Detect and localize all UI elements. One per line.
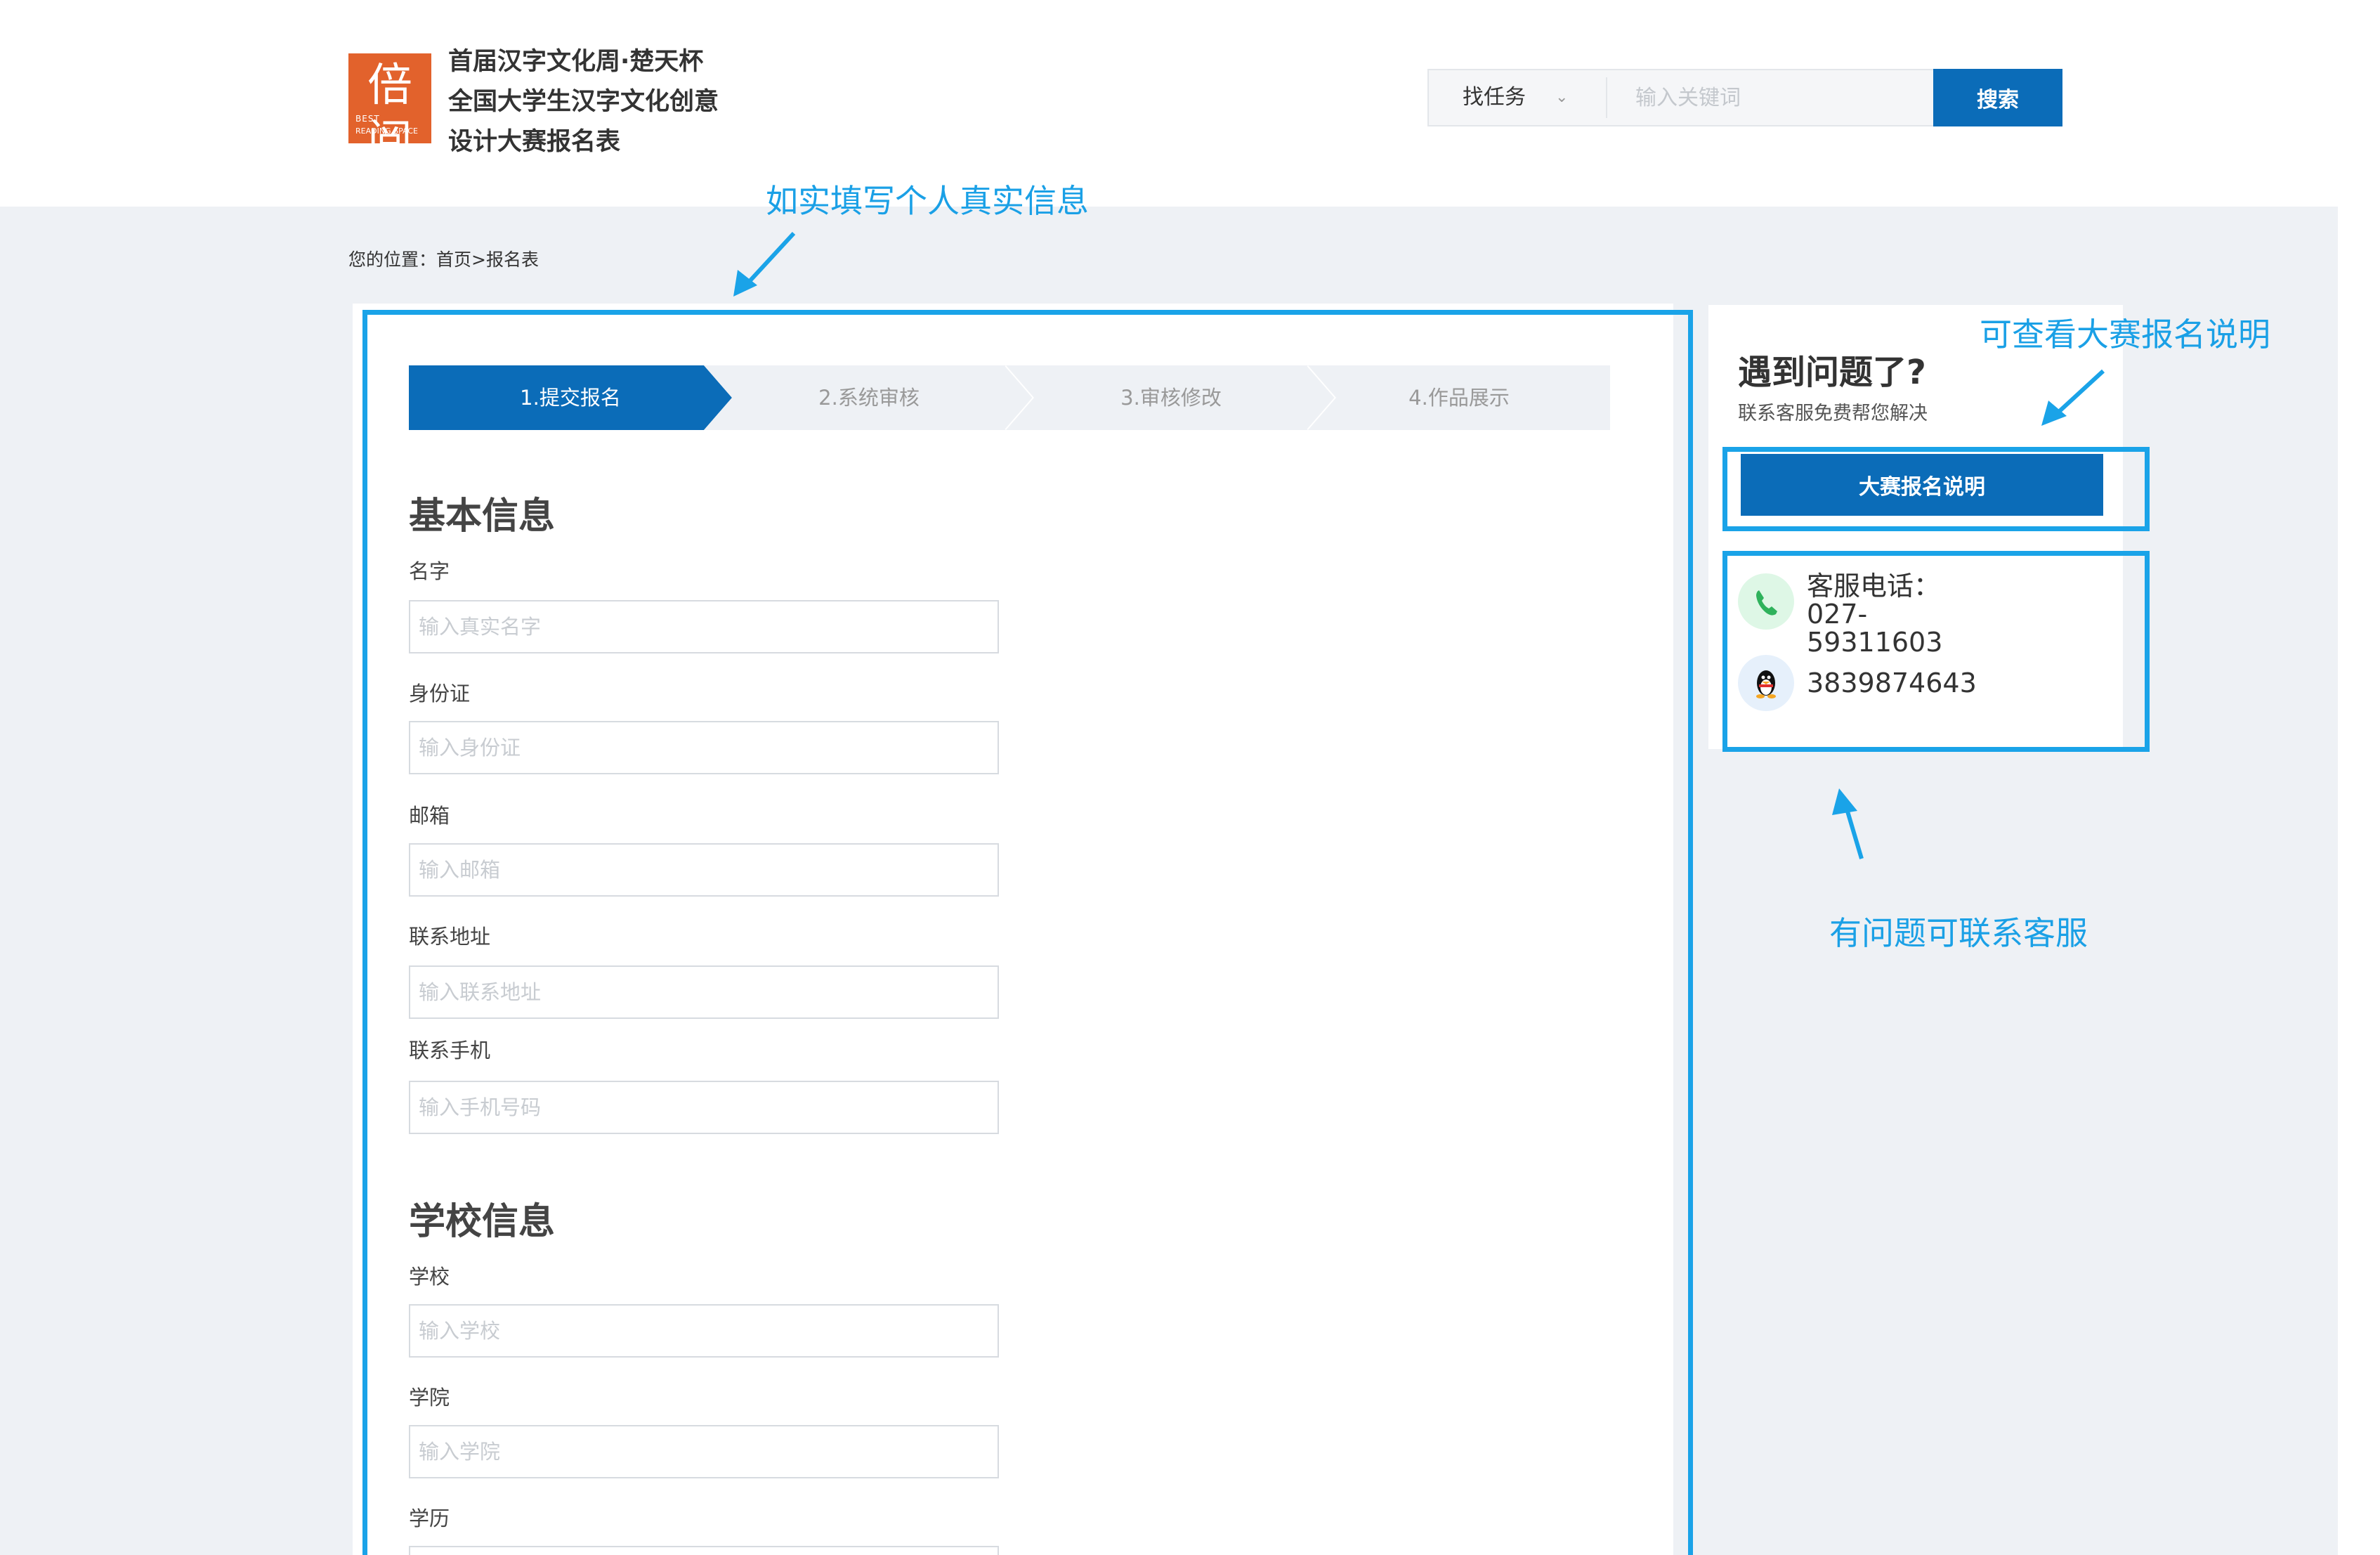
search-bar: 找任务 ⌄ 搜索 — [1427, 69, 2062, 126]
site-title-line: 首届汉字文化周·楚天杯 — [448, 48, 704, 76]
annotation-fill-real-info: 如实填写个人真实信息 — [766, 182, 1089, 220]
search-input[interactable] — [1606, 77, 1957, 118]
chevron-down-icon: ⌄ — [1555, 89, 1569, 106]
help-subtitle: 联系客服免费帮您解决 — [1738, 403, 1928, 424]
form-highlight-box — [362, 310, 1693, 1555]
arrow-icon — [1832, 788, 1864, 859]
site-title: 首届汉字文化周·楚天杯 全国大学生汉字文化创意 设计大赛报名表 — [448, 42, 785, 162]
site-title-line: 全国大学生汉字文化创意 — [448, 88, 719, 116]
annotation-view-rules: 可查看大赛报名说明 — [1980, 315, 2270, 353]
help-title: 遇到问题了? — [1738, 353, 1926, 392]
search-category-select[interactable]: 找任务 ⌄ — [1429, 70, 1604, 125]
site-title-line: 设计大赛报名表 — [448, 128, 621, 156]
search-button[interactable]: 搜索 — [1933, 69, 2062, 126]
arrow-icon — [2041, 369, 2105, 426]
contact-highlight-box — [1722, 551, 2150, 752]
site-logo[interactable]: 倍阅 BEST READING SPACE — [348, 53, 431, 143]
logo-subtitle: READING SPACE — [355, 126, 418, 136]
search-category-label: 找任务 — [1463, 85, 1526, 110]
logo-subtitle: BEST — [355, 114, 380, 124]
arrow-icon — [733, 231, 796, 297]
rules-highlight-box — [1722, 447, 2150, 531]
breadcrumb: 您的位置：首页>报名表 — [348, 249, 539, 270]
annotation-contact-service: 有问题可联系客服 — [1829, 914, 2088, 952]
